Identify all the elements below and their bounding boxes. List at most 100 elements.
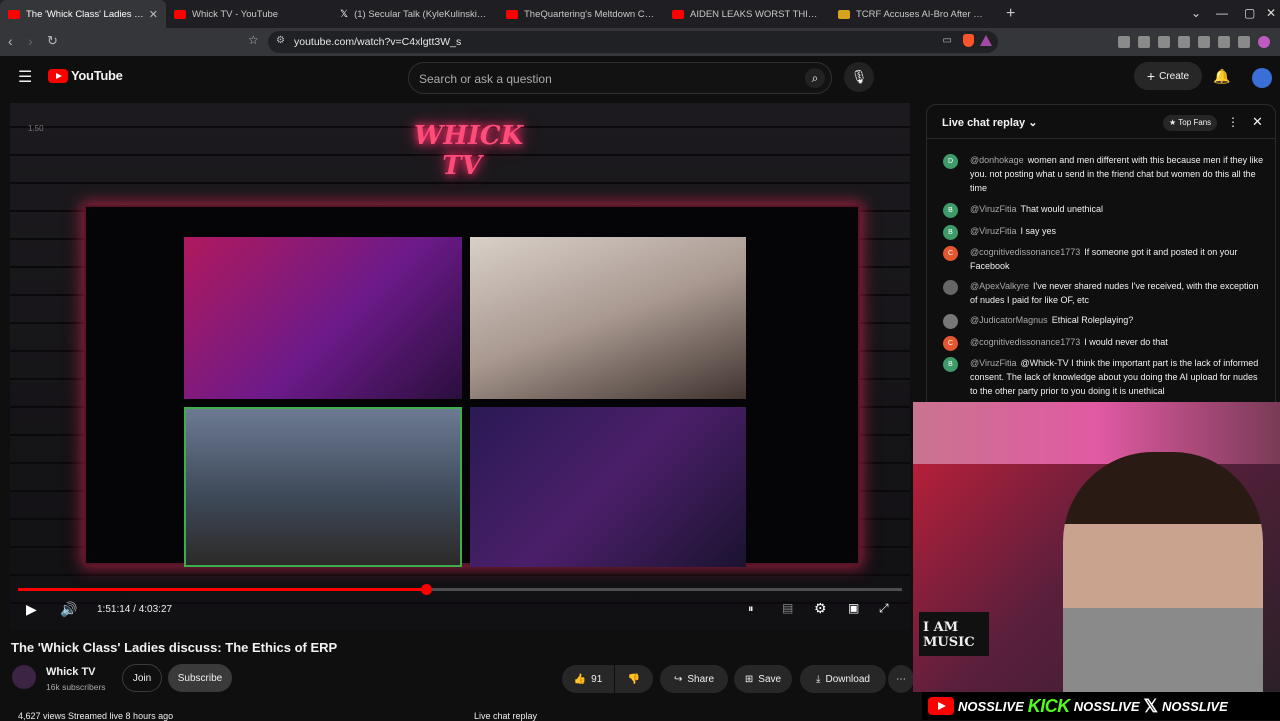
close-chat-icon[interactable]: ✕ bbox=[1252, 114, 1263, 130]
chat-avatar: C bbox=[943, 336, 958, 351]
chat-author[interactable]: @cognitivedissonance1773 bbox=[970, 337, 1080, 347]
youtube-favicon-icon bbox=[672, 9, 684, 19]
top-fans-badge[interactable]: ★ Top Fans bbox=[1163, 115, 1218, 131]
channel-avatar[interactable] bbox=[12, 665, 36, 689]
brave-shield-icon[interactable] bbox=[963, 34, 974, 47]
site-info-icon[interactable]: ⚙ bbox=[276, 35, 285, 46]
webcam-shelf bbox=[913, 402, 1280, 464]
leo-icon[interactable] bbox=[1218, 36, 1230, 48]
x-favicon-icon: 𝕏 bbox=[340, 8, 349, 20]
youtube-logo-text: YouTube bbox=[71, 68, 123, 83]
voice-search-icon[interactable]: 🎙 bbox=[844, 62, 874, 92]
browser-tab[interactable]: 𝕏 (1) Secular Talk (KyleKulinskiShow@ bbox=[332, 0, 498, 28]
share-icon: ↪ bbox=[673, 673, 683, 685]
progress-bar[interactable] bbox=[18, 584, 902, 595]
bookmark-icon[interactable]: ☆ bbox=[248, 33, 259, 47]
scrubber-handle[interactable] bbox=[420, 584, 432, 595]
download-label: Download bbox=[825, 673, 870, 685]
url-bar[interactable]: ⚙ youtube.com/watch?v=C4xlgtt3W_s ▭ bbox=[268, 31, 998, 53]
thumbs-up-icon: 👍 bbox=[573, 673, 587, 685]
join-button[interactable]: Join bbox=[122, 664, 162, 692]
browser-tab[interactable]: AIDEN LEAKS WORST THING I'VE EV bbox=[664, 0, 830, 28]
maximize-icon[interactable]: ▢ bbox=[1244, 6, 1255, 20]
menu-icon[interactable]: ☰ bbox=[18, 67, 32, 87]
save-button[interactable]: ⊞ Save bbox=[734, 665, 792, 693]
chat-avatar: B bbox=[943, 225, 958, 240]
tab-title: TheQuartering's Meltdown Continue bbox=[524, 8, 656, 20]
back-icon[interactable]: ‹ bbox=[8, 33, 13, 49]
like-button[interactable]: 👍 91 bbox=[562, 665, 614, 693]
browser-tab[interactable]: The 'Whick Class' Ladies discuss ✕ bbox=[0, 0, 166, 28]
camera-feed-bottom-right bbox=[470, 407, 746, 567]
chat-author[interactable]: @donhokage bbox=[970, 155, 1024, 165]
chat-author[interactable]: @ViruzFitia bbox=[970, 226, 1016, 236]
autoplay-toggle-icon[interactable]: ⏸ bbox=[748, 603, 754, 616]
media-icon[interactable] bbox=[1158, 36, 1170, 48]
streamer-webcam-overlay: I AM MUSIC bbox=[913, 402, 1280, 692]
youtube-header: ☰ YouTube Search or ask a question ⌕ 🎙 +… bbox=[0, 56, 1280, 100]
thumbs-down-icon: 👎 bbox=[627, 673, 641, 685]
close-tab-icon[interactable]: ✕ bbox=[149, 8, 158, 21]
webcam-person bbox=[1063, 452, 1263, 692]
browser-tab[interactable]: TCRF Accuses AI-Bro After Site Taken bbox=[830, 0, 996, 28]
download-button[interactable]: ⤓ Download bbox=[800, 665, 886, 693]
share-button[interactable]: ↪ Share bbox=[660, 665, 728, 693]
tab-list-icon[interactable]: ⌄ bbox=[1191, 6, 1201, 20]
chat-more-icon[interactable]: ⋮ bbox=[1227, 115, 1239, 129]
search-icon[interactable]: ⌕ bbox=[805, 68, 825, 88]
settings-gear-icon[interactable]: ⚙ bbox=[814, 600, 827, 617]
extension-icon[interactable] bbox=[1118, 36, 1130, 48]
browser-tab[interactable]: Whick TV - YouTube bbox=[166, 0, 332, 28]
share-label: Share bbox=[687, 673, 715, 685]
subtitles-icon[interactable]: ▤ bbox=[782, 601, 793, 615]
youtube-favicon-icon bbox=[506, 9, 518, 19]
play-icon[interactable]: ▶ bbox=[26, 601, 37, 618]
create-button[interactable]: + Create bbox=[1134, 62, 1202, 90]
tab-title: The 'Whick Class' Ladies discuss bbox=[26, 8, 145, 20]
sidebar-icon[interactable] bbox=[1178, 36, 1190, 48]
dislike-button[interactable]: 👎 bbox=[615, 665, 653, 693]
avatar[interactable] bbox=[1252, 68, 1272, 88]
chat-author[interactable]: @JudicatorMagnus bbox=[970, 315, 1048, 325]
cast-icon[interactable]: ▭ bbox=[943, 35, 952, 46]
new-tab-icon[interactable]: + bbox=[996, 5, 1025, 23]
time-display: 1:51:14 / 4:03:27 bbox=[97, 604, 173, 615]
video-title: The 'Whick Class' Ladies discuss: The Et… bbox=[11, 640, 338, 655]
chat-text: Ethical Roleplaying? bbox=[1051, 315, 1134, 325]
miniplayer-icon[interactable]: ▣ bbox=[848, 601, 859, 615]
youtube-logo[interactable]: YouTube bbox=[48, 68, 123, 83]
close-window-icon[interactable]: ✕ bbox=[1266, 6, 1276, 20]
chat-text: I say yes bbox=[1020, 226, 1056, 236]
reload-icon[interactable]: ↻ bbox=[47, 33, 58, 49]
url-text: youtube.com/watch?v=C4xlgtt3W_s bbox=[294, 36, 462, 48]
profile-icon[interactable] bbox=[1258, 36, 1270, 48]
plus-icon: + bbox=[1146, 68, 1156, 84]
more-actions-button[interactable]: ⋯ bbox=[888, 665, 914, 693]
kick-logo: KICK bbox=[1027, 695, 1071, 716]
volume-icon[interactable]: 🔊 bbox=[60, 601, 77, 618]
fullscreen-icon[interactable]: ⤢ bbox=[879, 601, 889, 616]
subscribe-button[interactable]: Subscribe bbox=[168, 664, 232, 692]
wallet-icon[interactable] bbox=[1198, 36, 1210, 48]
chat-message: C @cognitivedissonance1773 I would never … bbox=[943, 335, 1265, 351]
chat-author[interactable]: @cognitivedissonance1773 bbox=[970, 247, 1080, 257]
notifications-bell-icon[interactable]: 🔔 bbox=[1213, 68, 1230, 85]
channel-name[interactable]: Whick TV bbox=[46, 666, 96, 678]
chat-title[interactable]: Live chat replay ⌄ bbox=[942, 116, 1037, 129]
rewards-icon[interactable] bbox=[980, 35, 992, 46]
extensions-puzzle-icon[interactable] bbox=[1138, 36, 1150, 48]
chat-header: Live chat replay ⌄ ★ Top Fans ⋮ ✕ bbox=[927, 105, 1275, 139]
chat-author[interactable]: @ViruzFitia bbox=[970, 358, 1016, 368]
video-player[interactable]: 1.50 WHICK TV bbox=[10, 103, 910, 630]
chat-author[interactable]: @ViruzFitia bbox=[970, 204, 1016, 214]
browser-tab[interactable]: TheQuartering's Meltdown Continue bbox=[498, 0, 664, 28]
chat-author[interactable]: @ApexValkyre bbox=[970, 281, 1029, 291]
search-input[interactable]: Search or ask a question ⌕ bbox=[408, 62, 832, 94]
overlay-version-text: 1.50 bbox=[28, 124, 44, 133]
chat-message: @ApexValkyre I've never shared nudes I've… bbox=[943, 279, 1265, 307]
chat-message: B @ViruzFitia That would unethical bbox=[943, 202, 1265, 218]
banner-handle: NOSSLIVE bbox=[958, 698, 1024, 714]
minimize-icon[interactable]: — bbox=[1216, 6, 1228, 20]
vpn-icon[interactable] bbox=[1238, 36, 1250, 48]
forward-icon[interactable]: › bbox=[28, 33, 33, 49]
